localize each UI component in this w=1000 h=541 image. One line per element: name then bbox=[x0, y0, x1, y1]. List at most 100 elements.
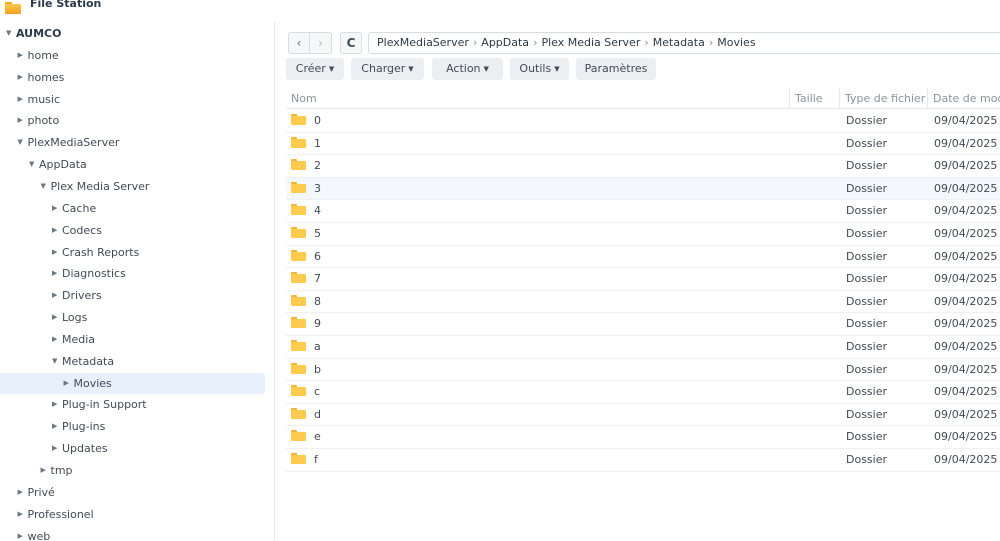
action-button[interactable]: Action ▼ bbox=[432, 58, 503, 80]
caret-right-icon[interactable]: ▶ bbox=[52, 285, 62, 306]
file-name-cell: 5 bbox=[291, 223, 781, 245]
caret-right-icon[interactable]: ▶ bbox=[52, 220, 62, 241]
sidebar-item-diagnostics[interactable]: ▶ Diagnostics bbox=[0, 263, 265, 284]
breadcrumb-segment[interactable]: AppData bbox=[481, 36, 529, 49]
table-row[interactable]: a Dossier 09/04/2025 bbox=[286, 336, 1000, 359]
caret-right-icon[interactable]: ▶ bbox=[52, 394, 62, 415]
sidebar-item-aumco[interactable]: ▼ AUMCO bbox=[0, 23, 265, 44]
sidebar-item-tmp[interactable]: ▶ tmp bbox=[0, 460, 265, 481]
column-header-date[interactable]: Date de mod bbox=[927, 88, 1000, 109]
file-name-cell: 1 bbox=[291, 133, 781, 155]
table-row[interactable]: 4 Dossier 09/04/2025 bbox=[286, 200, 1000, 223]
table-row[interactable]: 1 Dossier 09/04/2025 bbox=[286, 133, 1000, 156]
table-row[interactable]: 7 Dossier 09/04/2025 bbox=[286, 268, 1000, 291]
caret-right-icon[interactable]: ▶ bbox=[52, 307, 62, 328]
forward-button[interactable]: › bbox=[310, 32, 332, 54]
sidebar-item-label: photo bbox=[27, 114, 60, 128]
file-station-icon bbox=[5, 2, 21, 14]
sidebar-item-drivers[interactable]: ▶ Drivers bbox=[0, 285, 265, 306]
sidebar-item-appdata[interactable]: ▼ AppData bbox=[0, 154, 265, 175]
file-name: c bbox=[314, 385, 321, 399]
sidebar-item-label: Logs bbox=[62, 311, 88, 325]
breadcrumb-segment[interactable]: Metadata bbox=[653, 36, 705, 49]
breadcrumb-segment[interactable]: Plex Media Server bbox=[541, 36, 640, 49]
file-type-cell: Dossier bbox=[846, 317, 888, 331]
folder-icon bbox=[291, 407, 306, 419]
sidebar-item-movies[interactable]: ▶ Movies bbox=[0, 372, 265, 394]
refresh-button[interactable]: C bbox=[340, 32, 362, 54]
caret-right-icon[interactable]: ▶ bbox=[52, 329, 62, 350]
column-header-name[interactable]: Nom bbox=[286, 88, 789, 109]
sidebar-item-media[interactable]: ▶ Media bbox=[0, 329, 265, 350]
table-row[interactable]: 5 Dossier 09/04/2025 bbox=[286, 223, 1000, 246]
file-name-cell: 0 bbox=[291, 110, 781, 132]
folder-icon bbox=[291, 136, 306, 148]
sidebar-item-web[interactable]: ▶ web bbox=[0, 526, 265, 541]
table-row[interactable]: f Dossier 09/04/2025 bbox=[286, 449, 1000, 472]
caret-right-icon[interactable]: ▶ bbox=[52, 263, 62, 284]
column-header-size[interactable]: Taille bbox=[789, 88, 839, 109]
caret-right-icon[interactable]: ▶ bbox=[18, 110, 28, 131]
column-header-type[interactable]: Type de fichier bbox=[839, 88, 927, 109]
caret-down-icon[interactable]: ▼ bbox=[52, 351, 62, 372]
caret-right-icon[interactable]: ▶ bbox=[52, 438, 62, 459]
sidebar-item-professionel[interactable]: ▶ Professionel bbox=[0, 504, 265, 525]
folder-icon bbox=[291, 114, 306, 125]
table-row[interactable]: c Dossier 09/04/2025 bbox=[286, 381, 1000, 404]
sidebar-item-photo[interactable]: ▶ photo bbox=[0, 110, 265, 131]
file-name-cell: 2 bbox=[291, 155, 781, 177]
caret-down-icon[interactable]: ▼ bbox=[18, 132, 28, 153]
sidebar-item-plug-ins[interactable]: ▶ Plug-ins bbox=[0, 416, 265, 437]
sidebar-item-crash-reports[interactable]: ▶ Crash Reports bbox=[0, 242, 265, 263]
refresh-icon: C bbox=[346, 36, 356, 50]
table-row[interactable]: 8 Dossier 09/04/2025 bbox=[286, 291, 1000, 314]
breadcrumb-segment[interactable]: Movies bbox=[717, 36, 755, 49]
sidebar-item-label: Plex Media Server bbox=[50, 179, 150, 193]
table-row[interactable]: 9 Dossier 09/04/2025 bbox=[286, 313, 1000, 336]
caret-right-icon[interactable]: ▶ bbox=[52, 416, 62, 437]
sidebar-item-logs[interactable]: ▶ Logs bbox=[0, 307, 265, 328]
créer-button[interactable]: Créer ▼ bbox=[286, 58, 344, 80]
caret-right-icon[interactable]: ▶ bbox=[18, 67, 28, 88]
table-row[interactable]: 0 Dossier 09/04/2025 bbox=[286, 110, 1000, 133]
table-row[interactable]: d Dossier 09/04/2025 bbox=[286, 404, 1000, 427]
caret-right-icon[interactable]: ▶ bbox=[52, 242, 62, 263]
sidebar-item-metadata[interactable]: ▼ Metadata bbox=[0, 351, 265, 372]
table-row[interactable]: 6 Dossier 09/04/2025 bbox=[286, 246, 1000, 269]
back-button[interactable]: ‹ bbox=[288, 32, 310, 54]
caret-right-icon[interactable]: ▶ bbox=[18, 482, 28, 503]
sidebar-item-label: Crash Reports bbox=[62, 245, 140, 259]
sidebar-item-home[interactable]: ▶ home bbox=[0, 45, 265, 66]
breadcrumb-segment[interactable]: PlexMediaServer bbox=[377, 36, 469, 49]
caret-down-icon[interactable]: ▼ bbox=[6, 23, 16, 44]
caret-right-icon[interactable]: ▶ bbox=[18, 45, 28, 66]
caret-right-icon[interactable]: ▶ bbox=[18, 89, 28, 110]
charger-button[interactable]: Charger ▼ bbox=[351, 58, 424, 80]
paramètres-button[interactable]: Paramètres bbox=[576, 58, 656, 80]
sidebar-item-homes[interactable]: ▶ homes bbox=[0, 67, 265, 88]
modified-date-cell: 09/04/2025 bbox=[934, 114, 998, 127]
sidebar-item-plug-in-support[interactable]: ▶ Plug-in Support bbox=[0, 394, 265, 415]
caret-down-icon[interactable]: ▼ bbox=[41, 176, 51, 197]
table-row[interactable]: b Dossier 09/04/2025 bbox=[286, 359, 1000, 382]
caret-right-icon[interactable]: ▶ bbox=[52, 198, 62, 219]
sidebar-item-plex-media-server[interactable]: ▼ Plex Media Server bbox=[0, 176, 265, 197]
caret-right-icon[interactable]: ▶ bbox=[18, 504, 28, 525]
breadcrumb[interactable]: PlexMediaServer › AppData › Plex Media Serve… bbox=[368, 32, 1000, 54]
sidebar-item-privé[interactable]: ▶ Privé bbox=[0, 482, 265, 503]
caret-down-icon[interactable]: ▼ bbox=[29, 154, 39, 175]
sidebar-item-label: Professionel bbox=[27, 507, 94, 521]
table-row[interactable]: 3 Dossier 09/04/2025 bbox=[286, 177, 1000, 201]
table-row[interactable]: 2 Dossier 09/04/2025 bbox=[286, 155, 1000, 178]
outils-button[interactable]: Outils ▼ bbox=[510, 58, 569, 80]
table-row[interactable]: e Dossier 09/04/2025 bbox=[286, 426, 1000, 449]
sidebar-item-updates[interactable]: ▶ Updates bbox=[0, 438, 265, 459]
sidebar-item-plexmediaserver[interactable]: ▼ PlexMediaServer bbox=[0, 132, 265, 153]
sidebar-item-label: AppData bbox=[39, 158, 87, 172]
caret-right-icon[interactable]: ▶ bbox=[41, 460, 51, 481]
caret-right-icon[interactable]: ▶ bbox=[64, 373, 74, 394]
sidebar-item-codecs[interactable]: ▶ Codecs bbox=[0, 220, 265, 241]
caret-right-icon[interactable]: ▶ bbox=[18, 526, 28, 541]
sidebar-item-cache[interactable]: ▶ Cache bbox=[0, 198, 265, 219]
sidebar-item-music[interactable]: ▶ music bbox=[0, 89, 265, 110]
